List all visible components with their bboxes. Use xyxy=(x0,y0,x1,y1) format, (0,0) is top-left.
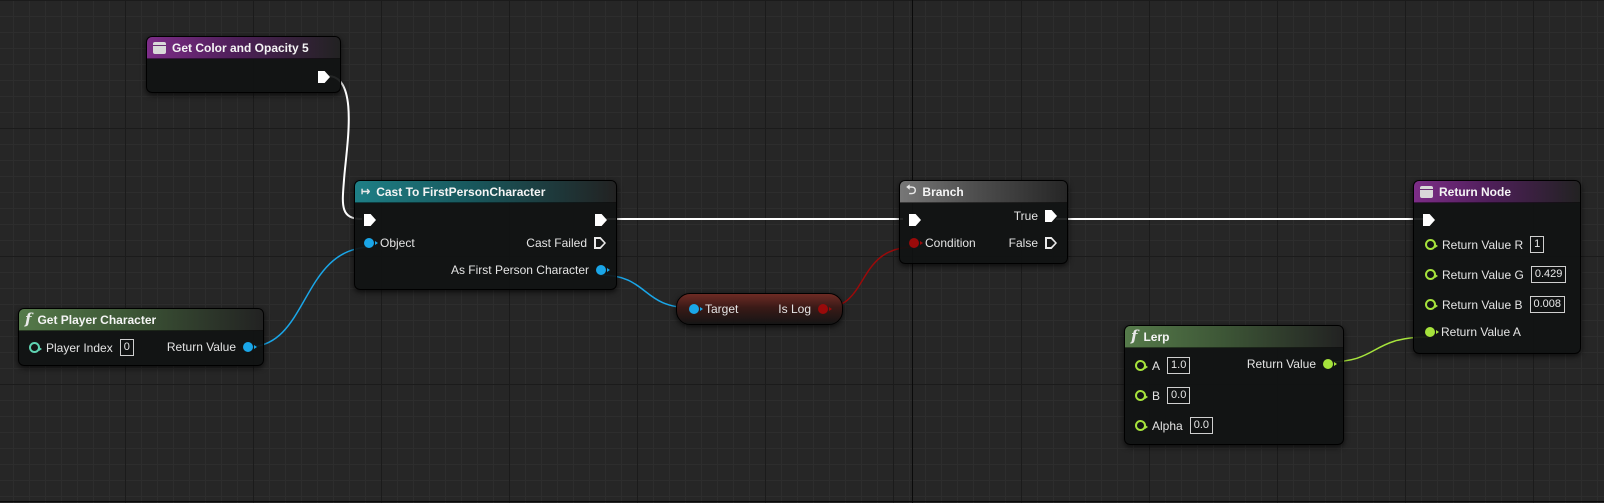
node-branch[interactable]: ⮌ Branch True Condition False xyxy=(899,180,1068,264)
exec-input-pin[interactable] xyxy=(909,214,921,226)
false-exec-pin[interactable] xyxy=(1045,237,1057,249)
pin-label: Alpha xyxy=(1152,418,1183,433)
pin-label: Return Value R xyxy=(1442,237,1524,252)
player-index-input-pin[interactable] xyxy=(29,342,42,353)
pin-label: False xyxy=(1008,236,1038,250)
pin-label: Target xyxy=(705,302,739,316)
pin-label: Return Value B xyxy=(1442,297,1523,312)
graph-origin-horizontal-line xyxy=(0,501,1604,502)
exec-output-pin[interactable] xyxy=(595,214,607,226)
alpha-pin-row[interactable]: Alpha 0.0 xyxy=(1135,417,1213,434)
player-index-input[interactable]: 0 xyxy=(119,339,134,356)
node-title: Lerp xyxy=(1143,329,1170,344)
node-return-node[interactable]: Return Node Return Value R 1 Return Valu… xyxy=(1413,180,1581,354)
function-icon: f xyxy=(25,309,32,328)
true-pin-row[interactable]: True xyxy=(1014,209,1057,223)
pin-label: Cast Failed xyxy=(526,236,587,250)
cast-failed-row[interactable]: Cast Failed xyxy=(526,236,606,250)
node-get-color-and-opacity[interactable]: Get Color and Opacity 5 xyxy=(146,36,341,93)
node-header[interactable]: ↦ Cast To FirstPersonCharacter xyxy=(355,181,616,203)
node-get-player-character[interactable]: f Get Player Character Player Index 0 Re… xyxy=(18,308,264,366)
return-a-input-pin[interactable] xyxy=(1425,327,1439,337)
node-header[interactable]: Return Node xyxy=(1414,181,1580,203)
b-value-input[interactable]: 0.0 xyxy=(1167,387,1191,404)
object-pin-row[interactable]: Object xyxy=(364,236,415,250)
as-fpc-output-pin[interactable] xyxy=(596,265,610,275)
return-b-input-pin[interactable] xyxy=(1425,299,1438,310)
a-input-pin[interactable] xyxy=(1135,360,1148,371)
a-value-input[interactable]: 1.0 xyxy=(1167,357,1191,374)
alpha-value-input[interactable]: 0.0 xyxy=(1189,417,1213,434)
return-g-input-pin[interactable] xyxy=(1425,269,1438,280)
pin-label: Condition xyxy=(925,236,976,250)
node-title: Branch xyxy=(922,184,964,199)
target-pin-row[interactable]: Target xyxy=(689,302,738,316)
a-pin-row[interactable]: A 1.0 xyxy=(1135,357,1191,374)
node-title: Get Player Character xyxy=(37,312,157,327)
exec-output-pin[interactable] xyxy=(318,71,330,83)
function-result-icon xyxy=(1420,185,1433,198)
pin-label: Return Value A xyxy=(1441,325,1521,339)
return-value-row[interactable]: Return Value xyxy=(1246,357,1337,371)
pin-label: Return Value xyxy=(1246,357,1316,371)
exec-input-pin[interactable] xyxy=(1423,214,1435,226)
b-input-pin[interactable] xyxy=(1135,390,1148,401)
node-title: Return Node xyxy=(1439,184,1511,199)
node-lerp[interactable]: f Lerp A 1.0 Return Value B 0.0 Alpha 0.… xyxy=(1124,325,1344,445)
as-fpc-row[interactable]: As First Person Character xyxy=(450,263,610,277)
object-input-pin[interactable] xyxy=(364,238,378,248)
return-g-input[interactable]: 0.429 xyxy=(1530,266,1567,283)
node-title: Cast To FirstPersonCharacter xyxy=(376,184,546,199)
is-log-output-pin[interactable] xyxy=(818,304,832,314)
node-header[interactable]: Get Color and Opacity 5 xyxy=(147,37,340,59)
return-r-input[interactable]: 1 xyxy=(1530,236,1545,253)
condition-pin-row[interactable]: Condition xyxy=(909,236,976,250)
return-value-output-pin[interactable] xyxy=(243,342,257,352)
condition-input-pin[interactable] xyxy=(909,238,923,248)
function-icon: f xyxy=(1131,326,1138,345)
node-is-log[interactable]: Target Is Log xyxy=(676,293,843,325)
node-cast-to-firstpersoncharacter[interactable]: ↦ Cast To FirstPersonCharacter Object Ca… xyxy=(354,180,617,290)
exec-input-pin[interactable] xyxy=(364,214,376,226)
pin-label: Is Log xyxy=(778,302,811,316)
pin-label: B xyxy=(1152,388,1161,403)
return-value-row[interactable]: Return Value xyxy=(166,340,257,354)
node-header[interactable]: f Lerp xyxy=(1125,326,1343,348)
return-r-row[interactable]: Return Value R 1 xyxy=(1425,236,1545,253)
node-header[interactable]: f Get Player Character xyxy=(19,309,263,331)
pin-label: Player Index xyxy=(46,340,113,355)
cast-icon: ↦ xyxy=(361,186,371,198)
node-title: Get Color and Opacity 5 xyxy=(172,40,309,55)
return-g-row[interactable]: Return Value G 0.429 xyxy=(1425,266,1567,283)
pin-label: As First Person Character xyxy=(450,263,589,277)
return-r-input-pin[interactable] xyxy=(1425,239,1438,250)
return-a-row[interactable]: Return Value A xyxy=(1425,325,1521,339)
true-exec-pin[interactable] xyxy=(1045,210,1057,222)
return-value-output-pin[interactable] xyxy=(1323,359,1337,369)
player-index-row[interactable]: Player Index 0 xyxy=(29,339,134,356)
is-log-row[interactable]: Is Log xyxy=(778,302,832,316)
branch-icon: ⮌ xyxy=(906,181,917,197)
false-pin-row[interactable]: False xyxy=(1009,236,1057,250)
b-pin-row[interactable]: B 0.0 xyxy=(1135,387,1191,404)
return-b-input[interactable]: 0.008 xyxy=(1529,296,1566,313)
function-entry-icon xyxy=(153,41,166,54)
pin-label: Return Value G xyxy=(1442,267,1524,282)
pin-label: Return Value xyxy=(166,340,236,354)
return-b-row[interactable]: Return Value B 0.008 xyxy=(1425,296,1566,313)
cast-failed-exec-pin[interactable] xyxy=(594,237,606,249)
alpha-input-pin[interactable] xyxy=(1135,420,1148,431)
pin-label: A xyxy=(1152,358,1161,373)
pin-label: True xyxy=(1013,209,1038,223)
node-header[interactable]: ⮌ Branch xyxy=(900,181,1067,203)
target-input-pin[interactable] xyxy=(689,304,703,314)
pin-label: Object xyxy=(380,236,415,250)
